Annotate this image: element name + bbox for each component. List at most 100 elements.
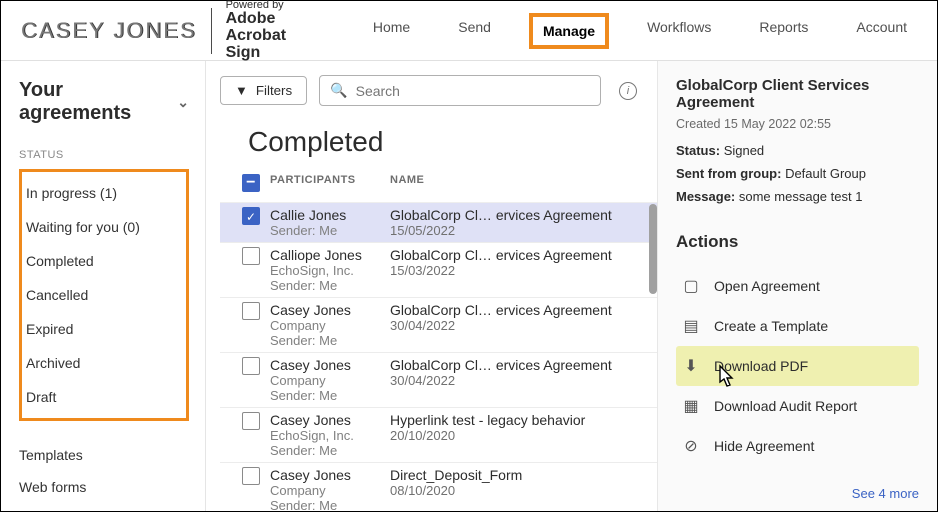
nav-home[interactable]: Home xyxy=(363,13,420,49)
participant-org: Company xyxy=(270,373,390,388)
table-row[interactable]: Casey JonesEchoSign, Inc.Sender: MeHyper… xyxy=(220,408,657,463)
row-checkbox[interactable] xyxy=(242,357,260,375)
nav-account[interactable]: Account xyxy=(846,13,917,49)
agreement-title: GlobalCorp Client Services Agreement xyxy=(676,77,919,111)
created-text: Created 15 May 2022 02:55 xyxy=(676,117,919,131)
participant-org: Company xyxy=(270,318,390,333)
hide-icon: ⊘ xyxy=(682,436,700,456)
agreement-name: GlobalCorp Cl… ervices Agreement xyxy=(390,357,645,373)
action-download-pdf[interactable]: ⬇ Download PDF xyxy=(676,346,919,386)
sidebar-title[interactable]: Your agreements ⌄ xyxy=(19,79,189,125)
scrollbar[interactable] xyxy=(649,204,657,294)
agreement-name: GlobalCorp Cl… ervices Agreement xyxy=(390,247,645,263)
table-row[interactable]: Casey JonesCompanySender: MeDirect_Depos… xyxy=(220,463,657,511)
nav-workflows[interactable]: Workflows xyxy=(637,13,721,49)
action-hide-agreement[interactable]: ⊘ Hide Agreement xyxy=(676,426,919,466)
agreement-name: GlobalCorp Cl… ervices Agreement xyxy=(390,207,645,223)
sender-text: Sender: Me xyxy=(270,333,390,348)
sidebar-other-list: TemplatesWeb forms xyxy=(19,439,189,503)
sidebar-title-text: Your agreements xyxy=(19,79,167,125)
nav-send[interactable]: Send xyxy=(448,13,501,49)
nav-reports[interactable]: Reports xyxy=(749,13,818,49)
agreement-date: 20/10/2020 xyxy=(390,428,645,443)
status-list: In progress (1)Waiting for you (0)Comple… xyxy=(19,169,189,421)
actions-heading: Actions xyxy=(676,232,919,252)
report-icon: ▦ xyxy=(682,396,700,416)
search-field[interactable]: 🔍 xyxy=(319,75,601,106)
sender-text: Sender: Me xyxy=(270,443,390,458)
search-input[interactable] xyxy=(356,83,590,99)
status-item[interactable]: In progress (1) xyxy=(24,176,182,210)
col-header-name: NAME xyxy=(390,174,645,192)
table-row[interactable]: Casey JonesCompanySender: MeGlobalCorp C… xyxy=(220,298,657,353)
participant-name: Callie Jones xyxy=(270,207,390,223)
status-heading: STATUS xyxy=(19,149,189,161)
action-open-agreement[interactable]: ▢ Open Agreement xyxy=(676,266,919,306)
action-create-a-template[interactable]: ▤ Create a Template xyxy=(676,306,919,346)
action-label: Open Agreement xyxy=(714,278,820,294)
action-label: Create a Template xyxy=(714,318,828,334)
row-checkbox[interactable] xyxy=(242,467,260,485)
row-checkbox[interactable] xyxy=(242,412,260,430)
nav-manage[interactable]: Manage xyxy=(529,13,609,49)
agreement-name: Hyperlink test - legacy behavior xyxy=(390,412,645,428)
sidebar-item[interactable]: Web forms xyxy=(19,471,189,503)
action-label: Hide Agreement xyxy=(714,438,814,454)
status-item[interactable]: Cancelled xyxy=(24,278,182,312)
agreement-name: Direct_Deposit_Form xyxy=(390,467,645,483)
table-row[interactable]: Casey JonesCompanySender: MeGlobalCorp C… xyxy=(220,353,657,408)
participant-name: Casey Jones xyxy=(270,412,390,428)
info-icon[interactable]: i xyxy=(619,82,637,100)
sidebar: Your agreements ⌄ STATUS In progress (1)… xyxy=(1,61,206,511)
template-icon: ▤ xyxy=(682,316,700,336)
nav: Home Send Manage Workflows Reports Account xyxy=(363,13,917,49)
table-header: PARTICIPANTS NAME xyxy=(220,174,657,203)
chevron-down-icon: ⌄ xyxy=(177,94,189,111)
sidebar-item[interactable]: Templates xyxy=(19,439,189,471)
sender-text: Sender: Me xyxy=(270,498,390,511)
participant-name: Calliope Jones xyxy=(270,247,390,263)
participant-name: Casey Jones xyxy=(270,357,390,373)
agreement-date: 15/03/2022 xyxy=(390,263,645,278)
status-item[interactable]: Draft xyxy=(24,380,182,414)
funnel-icon: ▼ xyxy=(235,83,248,98)
status-item[interactable]: Completed xyxy=(24,244,182,278)
divider xyxy=(211,8,212,54)
sender-text: Sender: Me xyxy=(270,278,390,293)
agreement-date: 30/04/2022 xyxy=(390,318,645,333)
agreement-date: 15/05/2022 xyxy=(390,223,645,238)
adobe-text: Adobe xyxy=(226,11,319,28)
logo: CASEY JONES xyxy=(21,18,197,44)
filters-button[interactable]: ▼ Filters xyxy=(220,76,307,105)
acrobat-sign-text: Acrobat Sign xyxy=(226,28,319,62)
col-header-participants: PARTICIPANTS xyxy=(270,174,390,192)
agreement-date: 30/04/2022 xyxy=(390,373,645,388)
center-panel: ▼ Filters 🔍 i Completed PARTICIPANTS NAM… xyxy=(206,61,657,511)
toolbar: ▼ Filters 🔍 i xyxy=(220,75,657,106)
row-checkbox[interactable] xyxy=(242,247,260,265)
row-checkbox[interactable] xyxy=(242,207,260,225)
participant-org: EchoSign, Inc. xyxy=(270,428,390,443)
group-row: Sent from group: Default Group xyxy=(676,166,919,181)
select-all-checkbox[interactable] xyxy=(242,174,260,192)
agreement-name: GlobalCorp Cl… ervices Agreement xyxy=(390,302,645,318)
row-checkbox[interactable] xyxy=(242,302,260,320)
open-icon: ▢ xyxy=(682,276,700,296)
download-icon: ⬇ xyxy=(682,356,700,376)
search-icon: 🔍 xyxy=(330,82,347,99)
participant-org: Company xyxy=(270,483,390,498)
details-panel: GlobalCorp Client Services Agreement Cre… xyxy=(657,61,937,511)
participant-name: Casey Jones xyxy=(270,302,390,318)
status-item[interactable]: Archived xyxy=(24,346,182,380)
table-row[interactable]: Callie JonesSender: MeGlobalCorp Cl… erv… xyxy=(220,203,657,243)
action-label: Download PDF xyxy=(714,358,808,374)
status-item[interactable]: Waiting for you (0) xyxy=(24,210,182,244)
sender-text: Sender: Me xyxy=(270,388,390,403)
see-more-link[interactable]: See 4 more xyxy=(852,486,919,501)
table-row[interactable]: Calliope JonesEchoSign, Inc.Sender: MeGl… xyxy=(220,243,657,298)
topbar: CASEY JONES Powered by Adobe Acrobat Sig… xyxy=(1,1,937,61)
status-item[interactable]: Expired xyxy=(24,312,182,346)
action-label: Download Audit Report xyxy=(714,398,857,414)
action-download-audit-report[interactable]: ▦ Download Audit Report xyxy=(676,386,919,426)
agreement-date: 08/10/2020 xyxy=(390,483,645,498)
